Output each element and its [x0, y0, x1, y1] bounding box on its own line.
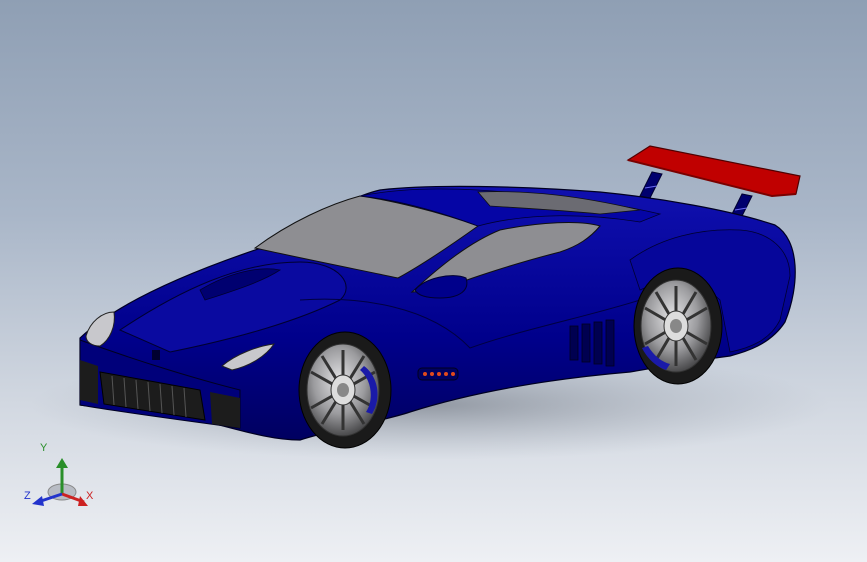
- side-marker-lights: [417, 367, 459, 381]
- graphics-viewport[interactable]: Y Z X: [0, 0, 867, 562]
- front-badge: [152, 350, 160, 360]
- coordinate-triad: [32, 458, 88, 506]
- z-axis-label: Z: [24, 490, 31, 502]
- y-axis-label: Y: [40, 442, 48, 454]
- car-model[interactable]: [0, 0, 867, 562]
- front-intake-right: [210, 392, 240, 428]
- front-wheel[interactable]: [298, 331, 392, 449]
- rear-wheel[interactable]: [633, 267, 723, 385]
- x-axis-label: X: [86, 490, 94, 502]
- front-intake-left: [80, 360, 98, 404]
